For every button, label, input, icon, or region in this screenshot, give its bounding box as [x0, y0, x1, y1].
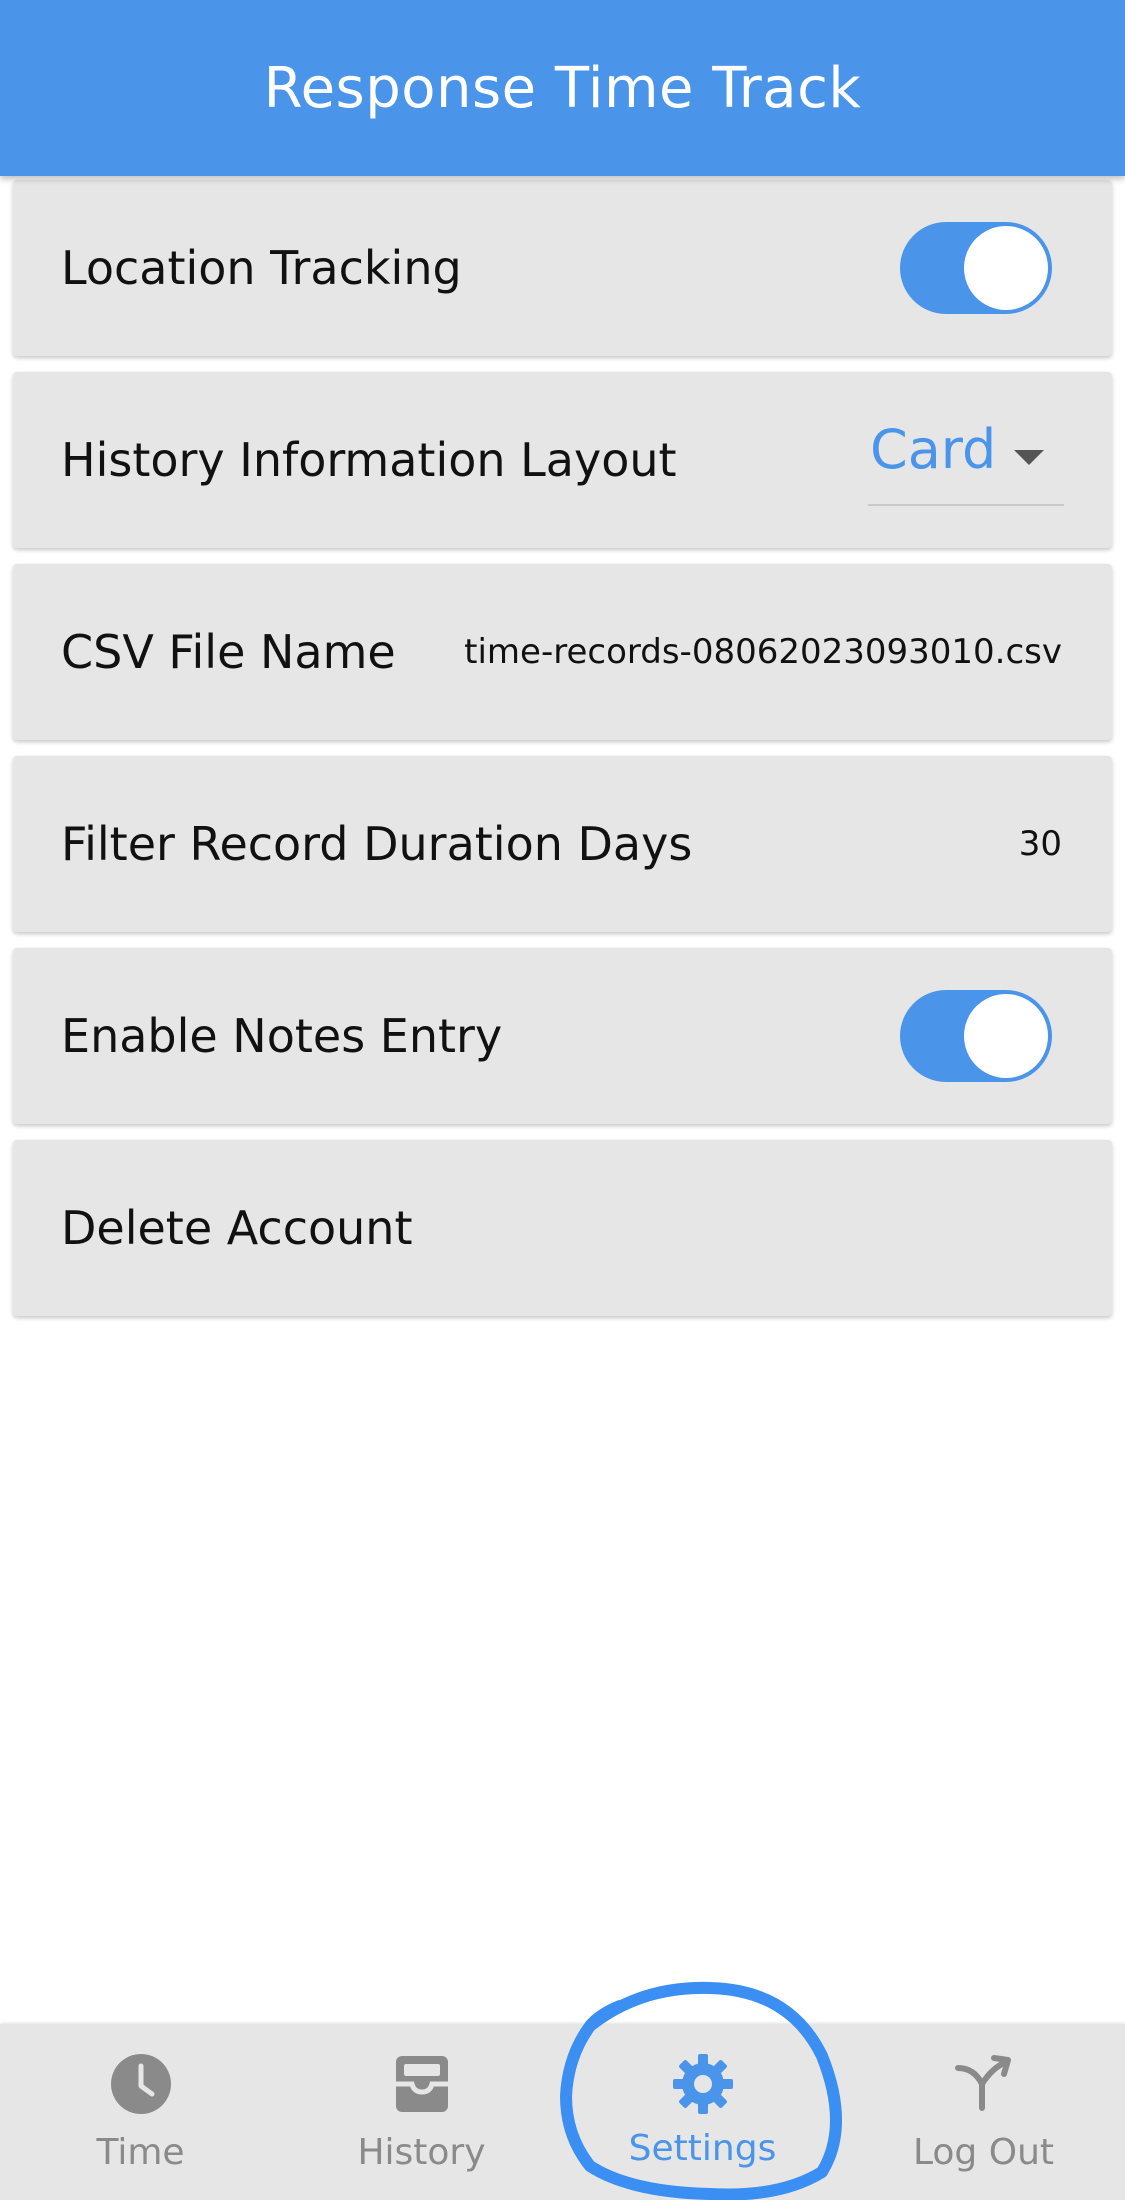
merge-arrow-icon: [954, 2055, 1011, 2111]
nav-item-logout[interactable]: Log Out: [843, 2024, 1124, 2200]
location-tracking-label: Location Tracking: [61, 241, 462, 295]
toggle-knob: [964, 226, 1048, 310]
filter-days-label: Filter Record Duration Days: [61, 817, 693, 871]
notes-entry-toggle[interactable]: [900, 990, 1052, 1082]
notes-entry-label: Enable Notes Entry: [61, 1009, 503, 1063]
nav-label-time: Time: [96, 2132, 185, 2173]
clock-icon: [110, 2054, 171, 2114]
inbox-icon: [395, 2056, 448, 2112]
notes-entry-row: Enable Notes Entry: [13, 948, 1112, 1124]
bottom-nav: Time History Settings Log Out: [0, 2024, 1125, 2200]
csv-file-name-label: CSV File Name: [61, 625, 396, 679]
filter-days-value: 30: [1018, 824, 1062, 864]
nav-label-settings: Settings: [628, 2128, 777, 2169]
gear-icon: [672, 2054, 733, 2114]
dropdown-arrow-icon: [1014, 450, 1044, 465]
history-layout-dropdown[interactable]: Card: [868, 414, 1064, 506]
toggle-knob: [964, 994, 1048, 1078]
csv-file-name-value: time-records-08062023093010.csv: [464, 632, 1062, 672]
location-tracking-toggle[interactable]: [900, 222, 1052, 314]
app-title: Response Time Track: [263, 55, 862, 121]
delete-account-label: Delete Account: [61, 1201, 413, 1255]
nav-label-history: History: [357, 2132, 486, 2173]
history-layout-row: History Information Layout Card: [13, 372, 1112, 548]
nav-item-history[interactable]: History: [281, 2024, 562, 2200]
filter-days-row[interactable]: Filter Record Duration Days 30: [13, 756, 1112, 932]
delete-account-row[interactable]: Delete Account: [13, 1140, 1112, 1316]
app-bar: Response Time Track: [0, 0, 1125, 176]
history-layout-label: History Information Layout: [61, 433, 677, 487]
history-layout-selected: Card: [870, 418, 997, 481]
location-tracking-row: Location Tracking: [13, 180, 1112, 356]
nav-item-time[interactable]: Time: [0, 2024, 281, 2200]
nav-label-logout: Log Out: [912, 2132, 1054, 2173]
nav-item-settings[interactable]: Settings: [562, 2024, 843, 2200]
csv-file-name-row[interactable]: CSV File Name time-records-0806202309301…: [13, 564, 1112, 740]
